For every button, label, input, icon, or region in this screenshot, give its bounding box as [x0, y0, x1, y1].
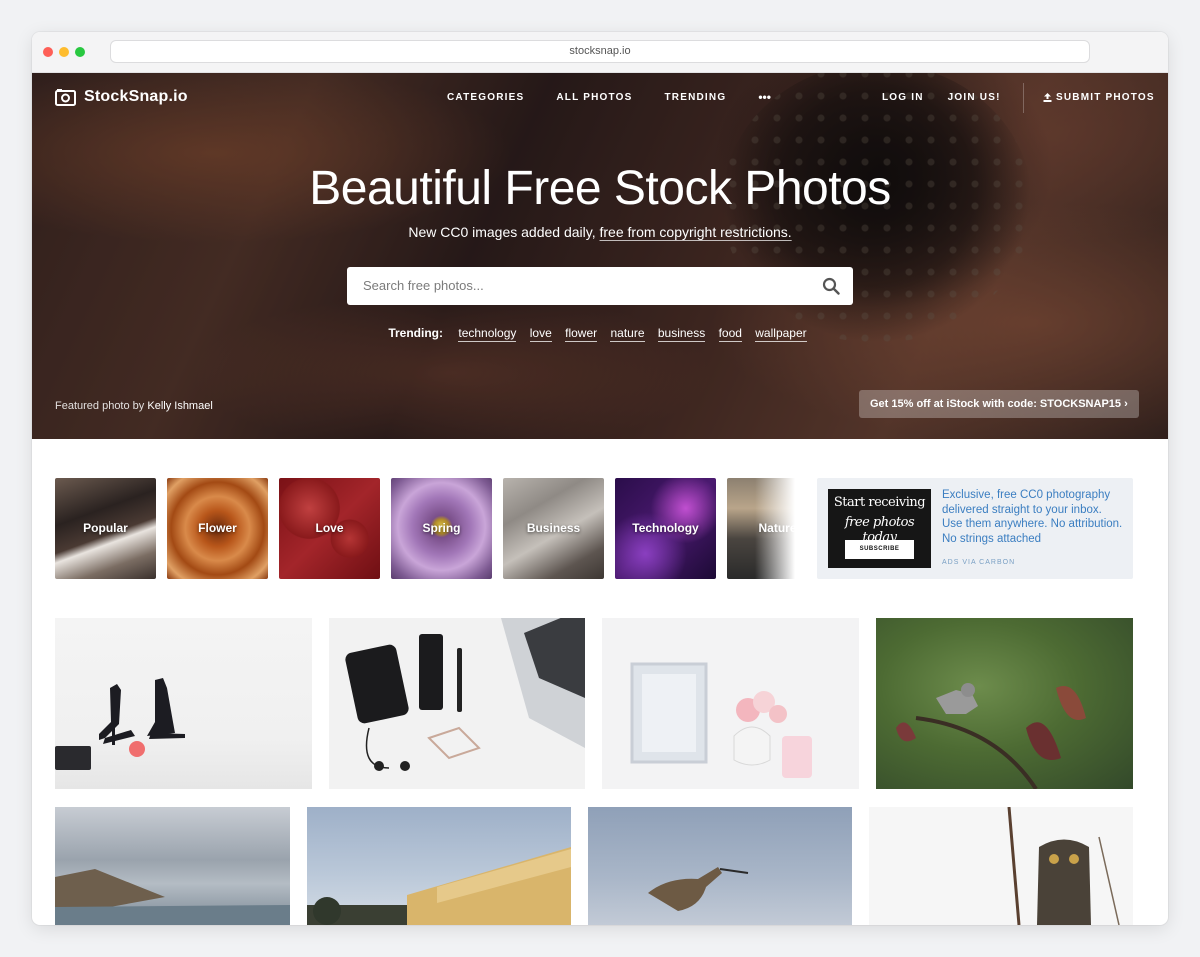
- category-spring[interactable]: Spring: [391, 478, 492, 579]
- trending-tag-flower[interactable]: flower: [565, 326, 598, 342]
- join-link[interactable]: JOIN US!: [948, 92, 1001, 103]
- photo-desk-flatlay: [345, 618, 585, 771]
- upload-icon: [1043, 93, 1052, 102]
- ad-text-link[interactable]: Exclusive, free CC0 photography delivere…: [942, 488, 1124, 546]
- ads-via-carbon-link[interactable]: ADS VIA CARBON: [942, 559, 1015, 566]
- account-nav: LOG IN JOIN US!: [882, 92, 1025, 103]
- photo-building: [307, 847, 571, 925]
- minimize-window-button[interactable]: [59, 47, 69, 57]
- carbon-ad[interactable]: Start receiving free photos today SUBSCR…: [817, 478, 1133, 579]
- photo-tile[interactable]: [55, 618, 312, 789]
- category-love[interactable]: Love: [279, 478, 380, 579]
- maximize-window-button[interactable]: [75, 47, 85, 57]
- istock-promo-button[interactable]: Get 15% off at iStock with code: STOCKSN…: [859, 390, 1139, 418]
- photographer-link[interactable]: Kelly Ishmael: [147, 400, 212, 412]
- nav-all-photos[interactable]: ALL PHOTOS: [556, 92, 632, 104]
- search-icon[interactable]: [822, 277, 840, 295]
- photo-coastline: [55, 869, 290, 925]
- ad-image[interactable]: Start receiving free photos today SUBSCR…: [828, 489, 931, 568]
- hero-subtitle-text: New CC0 images added daily,: [408, 224, 596, 240]
- category-label: Spring: [422, 521, 461, 535]
- photo-bird-branch: [896, 683, 1086, 789]
- trending-tag-food[interactable]: food: [718, 326, 742, 342]
- copyright-link[interactable]: free from copyright restrictions.: [600, 224, 792, 240]
- trending-tag-nature[interactable]: nature: [610, 326, 645, 342]
- category-label: Popular: [83, 521, 128, 535]
- category-technology[interactable]: Technology: [615, 478, 716, 579]
- category-business[interactable]: Business: [503, 478, 604, 579]
- category-strip: Popular Flower Love Spring Business Tech…: [55, 478, 795, 579]
- trending-tag-business[interactable]: business: [657, 326, 706, 342]
- main-nav: CATEGORIES ALL PHOTOS TRENDING •••: [447, 90, 771, 104]
- browser-chrome: stocksnap.io: [32, 32, 1168, 73]
- ad-image-line1: Start receiving: [833, 495, 926, 510]
- photo-owl: [1007, 807, 1120, 925]
- browser-window: stocksnap.io StockSnap.io CATEGORIES ALL…: [32, 32, 1168, 925]
- submit-photos-button[interactable]: SUBMIT PHOTOS: [1043, 92, 1155, 103]
- category-popular[interactable]: Popular: [55, 478, 156, 579]
- hero-banner: StockSnap.io CATEGORIES ALL PHOTOS TREND…: [32, 73, 1168, 439]
- search-input[interactable]: Search free photos...: [363, 278, 484, 293]
- brand-name: StockSnap.io: [84, 88, 188, 105]
- credit-prefix: Featured photo by: [55, 400, 145, 412]
- nav-divider: [1023, 83, 1024, 113]
- photo-tile[interactable]: [55, 807, 290, 925]
- more-menu-icon[interactable]: •••: [758, 90, 771, 104]
- login-link[interactable]: LOG IN: [882, 92, 924, 103]
- hero-title: Beautiful Free Stock Photos: [309, 162, 891, 215]
- ad-subscribe-button[interactable]: SUBSCRIBE: [845, 540, 914, 559]
- photo-high-heels: [55, 678, 185, 770]
- photo-frame-flowers: [630, 662, 812, 778]
- photo-tile[interactable]: [869, 807, 1133, 925]
- photo-tile[interactable]: [307, 807, 571, 925]
- category-flower[interactable]: Flower: [167, 478, 268, 579]
- trending-tag-technology[interactable]: technology: [458, 326, 517, 342]
- address-bar[interactable]: stocksnap.io: [110, 40, 1090, 63]
- search-bar[interactable]: Search free photos...: [347, 267, 853, 305]
- submit-photos-label: SUBMIT PHOTOS: [1056, 92, 1155, 103]
- trending-tags: Trending: technology love flower nature …: [32, 326, 1168, 342]
- photo-tile[interactable]: [329, 618, 585, 789]
- close-window-button[interactable]: [43, 47, 53, 57]
- brand-logo[interactable]: StockSnap.io: [55, 88, 188, 106]
- trending-tag-wallpaper[interactable]: wallpaper: [755, 326, 807, 342]
- trending-tag-love[interactable]: love: [529, 326, 552, 342]
- hero-subtitle: New CC0 images added daily, free from co…: [32, 224, 1168, 240]
- category-label: Flower: [198, 521, 237, 535]
- category-label: Technology: [632, 521, 699, 535]
- nav-trending[interactable]: TRENDING: [664, 92, 726, 104]
- photo-tile[interactable]: [602, 618, 859, 789]
- trending-label: Trending:: [388, 326, 444, 340]
- photo-tile[interactable]: [876, 618, 1133, 789]
- photo-tile[interactable]: [588, 807, 852, 925]
- nav-categories[interactable]: CATEGORIES: [447, 92, 524, 104]
- category-label: Business: [526, 521, 581, 535]
- camera-icon: [55, 89, 76, 106]
- featured-photo-credit: Featured photo by Kelly Ishmael: [55, 400, 213, 412]
- category-label: Love: [315, 521, 344, 535]
- photo-sandpiper: [648, 867, 749, 911]
